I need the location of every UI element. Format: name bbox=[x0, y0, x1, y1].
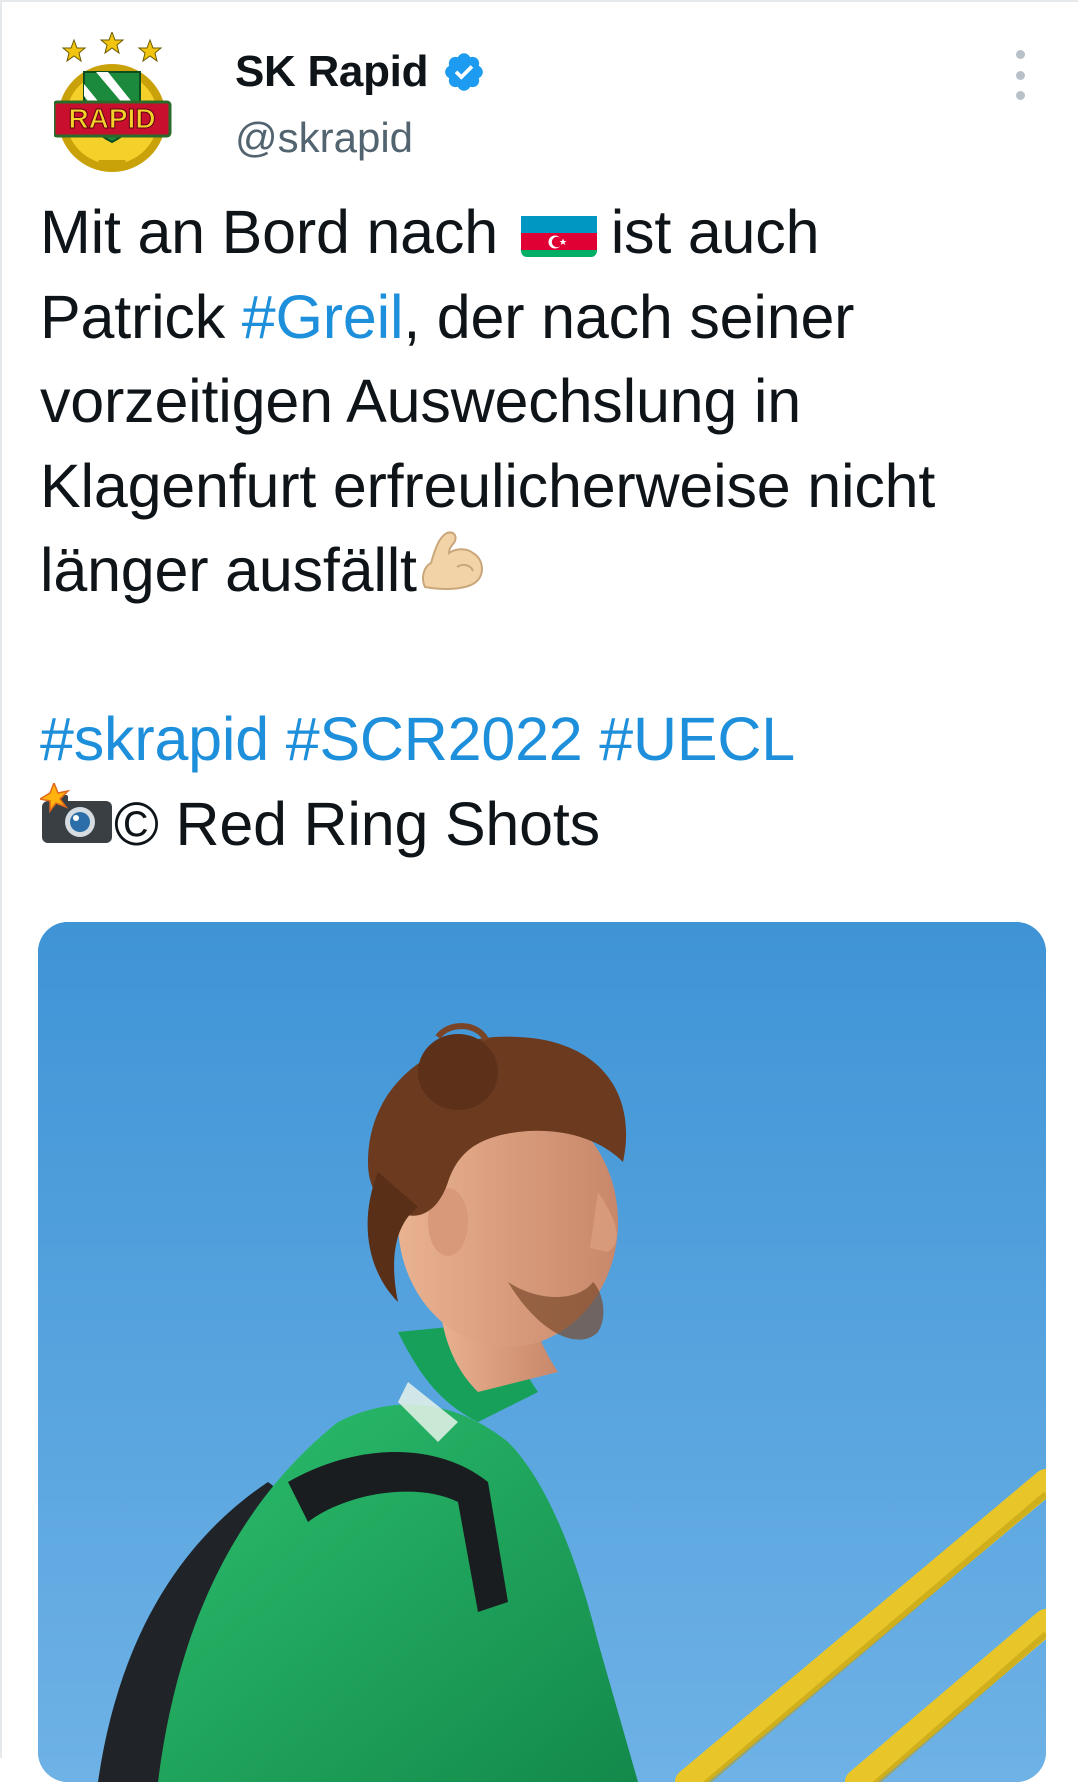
tweet-photo[interactable] bbox=[38, 922, 1046, 1782]
tweet-line-4: Klagenfurt erfreulicherweise nicht bbox=[40, 451, 936, 520]
tweet-line-5: länger ausfällt bbox=[40, 528, 1050, 613]
hashtag-link[interactable]: #UECL bbox=[599, 705, 795, 773]
azerbaijan-flag-icon bbox=[520, 205, 597, 257]
text-segment: länger ausfällt bbox=[40, 536, 417, 604]
display-name[interactable]: SK Rapid bbox=[235, 47, 428, 97]
tweet-line-3: vorzeitigen Auswechslung in bbox=[40, 367, 801, 435]
sk-rapid-crest-icon: RAPID bbox=[52, 30, 172, 172]
verified-badge-icon bbox=[442, 50, 486, 94]
tweet-text: Mit an Bord nach ist auch Patrick #Greil… bbox=[37, 190, 1050, 867]
more-options-icon[interactable] bbox=[1005, 50, 1035, 100]
hashtag-link[interactable]: #skrapid bbox=[40, 705, 269, 773]
tweet-line-2: Patrick #Greil, der nach seiner bbox=[40, 275, 1050, 360]
flexed-biceps-icon bbox=[417, 527, 489, 615]
hashtag-link[interactable]: #Greil bbox=[242, 283, 404, 351]
hashtag-link[interactable]: #SCR2022 bbox=[286, 705, 583, 773]
more-dot bbox=[1015, 91, 1025, 100]
credit-line: © Red Ring Shots bbox=[37, 781, 1050, 867]
author-handle[interactable]: @skrapid bbox=[235, 114, 413, 162]
text-segment: ist auch bbox=[610, 198, 820, 266]
more-dot bbox=[1015, 50, 1025, 59]
tweet-card[interactable]: RAPID SK Rapid @skrapid Mit an Bord nach… bbox=[0, 0, 1078, 1782]
text-segment: , der nach seiner bbox=[403, 282, 855, 351]
crest-text: RAPID bbox=[68, 103, 155, 134]
text-segment: Patrick bbox=[40, 282, 242, 351]
camera-flash-icon bbox=[37, 781, 114, 867]
text-segment: Mit an Bord nach bbox=[40, 198, 498, 266]
player-photo bbox=[38, 922, 1046, 1782]
tweet-line-1: Mit an Bord nach ist auch bbox=[40, 190, 1050, 275]
photo-credit-text: © Red Ring Shots bbox=[114, 789, 600, 858]
more-dot bbox=[1015, 70, 1025, 80]
author-name-row[interactable]: SK Rapid bbox=[235, 46, 486, 98]
avatar[interactable]: RAPID bbox=[52, 30, 186, 182]
hashtag-line: #skrapid #SCR2022 #UECL bbox=[40, 697, 1050, 782]
